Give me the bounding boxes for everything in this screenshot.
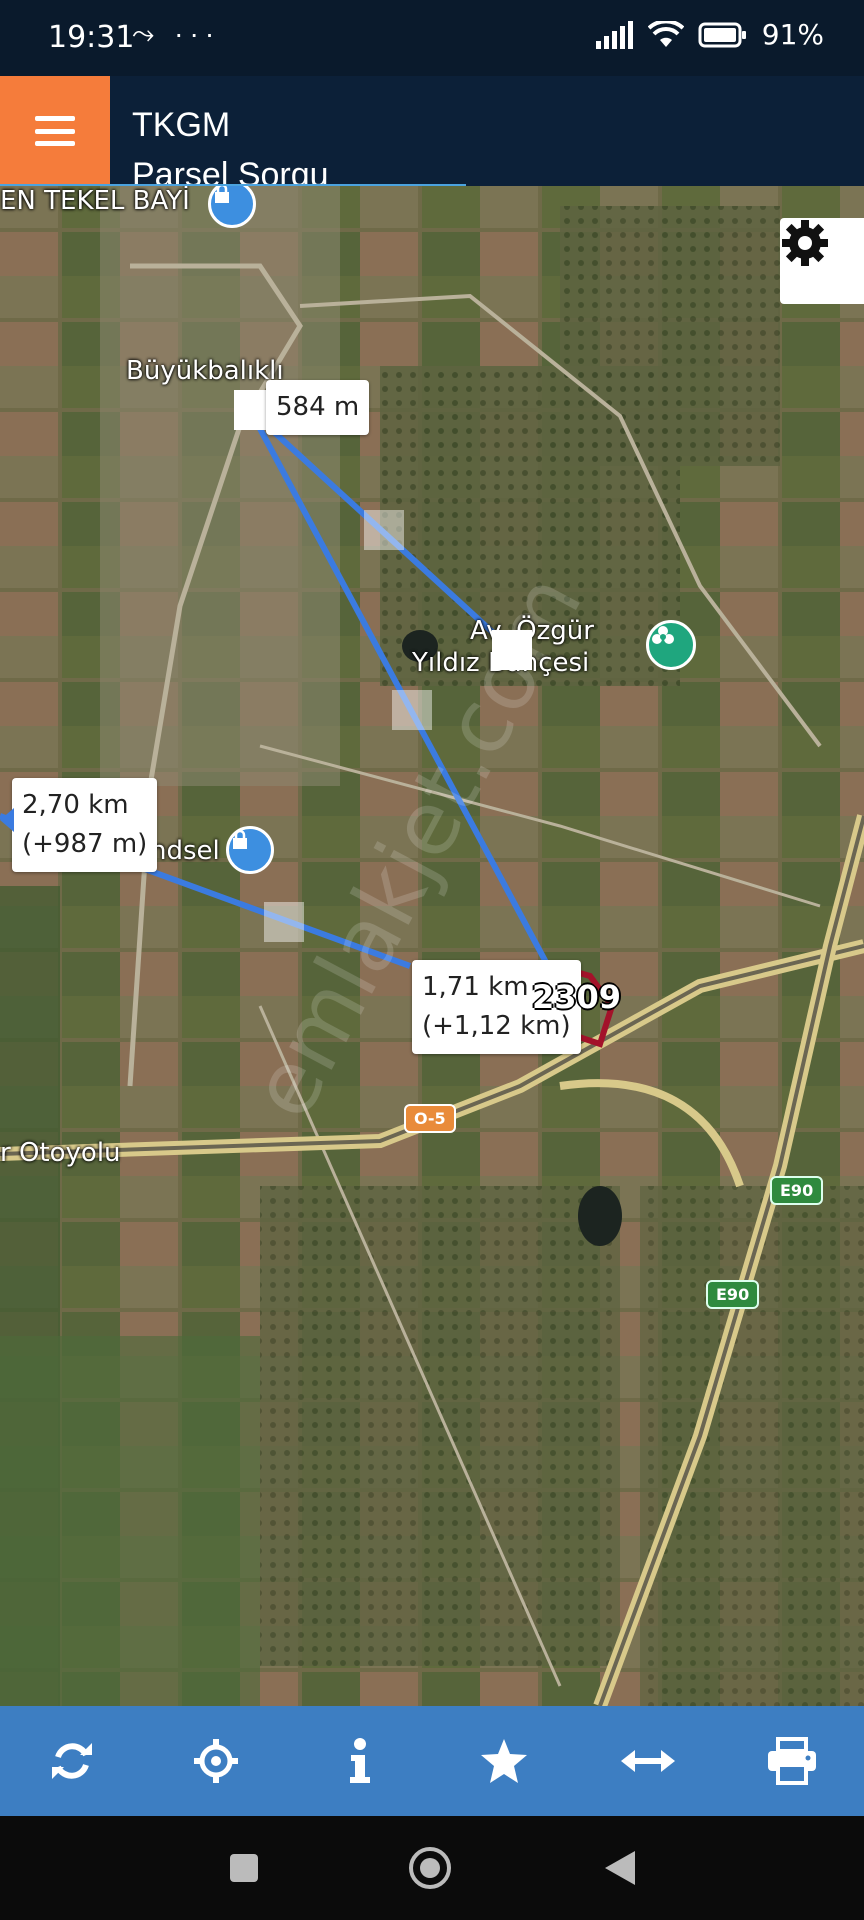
hamburger-icon xyxy=(35,116,75,146)
app-header: TKGM Parsel Sorgu xyxy=(0,76,864,186)
settings-button[interactable] xyxy=(780,218,864,304)
back-icon xyxy=(605,1851,635,1885)
road-badge-o5: O-5 xyxy=(404,1104,456,1133)
status-right: 91% xyxy=(594,18,824,51)
map-label-village: Büyükbalıklı xyxy=(126,356,284,386)
battery-icon xyxy=(698,22,746,47)
status-time: 19:31 xyxy=(48,20,135,55)
recents-button[interactable] xyxy=(220,1844,268,1892)
battery-percent: 91% xyxy=(761,18,824,51)
refresh-icon xyxy=(52,1743,92,1779)
measure-arrow-icon xyxy=(0,808,14,832)
road-badge-e90: E90 xyxy=(770,1176,824,1205)
map-label-poi: ndsel xyxy=(150,836,220,866)
map-label-shop: EN TEKEL BAYİ xyxy=(0,186,190,216)
print-icon xyxy=(768,1737,816,1785)
back-button[interactable] xyxy=(596,1844,644,1892)
recents-icon xyxy=(230,1854,258,1882)
map-view[interactable]: emlakjet.com EN TEKEL BAYİ Büyükbalıklı … xyxy=(0,186,864,1706)
satellite-imagery xyxy=(0,186,864,1706)
home-button[interactable] xyxy=(406,1844,454,1892)
measure-midpoint[interactable] xyxy=(364,510,404,550)
measure-midpoint[interactable] xyxy=(264,902,304,942)
favorites-button[interactable] xyxy=(459,1716,549,1806)
measure-vertex[interactable] xyxy=(492,630,532,670)
signal-icon xyxy=(595,20,633,49)
segment-1-distance: 584 m xyxy=(276,392,360,422)
app-title: TKGM xyxy=(132,106,231,144)
info-button[interactable] xyxy=(315,1716,405,1806)
road-badge-e90: E90 xyxy=(706,1280,760,1309)
measure-label-total: 2,70 km (+987 m) xyxy=(12,778,158,872)
app-subtitle: Parsel Sorgu xyxy=(132,156,329,186)
measure-midpoint[interactable] xyxy=(392,690,432,730)
bottom-toolbar xyxy=(0,1706,864,1816)
total-distance: 2,70 km xyxy=(22,790,129,820)
measure-icon xyxy=(621,1750,675,1772)
wifi-icon xyxy=(647,20,684,47)
system-nav-bar xyxy=(0,1816,864,1920)
garden-pin-icon[interactable] xyxy=(646,620,696,670)
star-icon xyxy=(481,1739,527,1783)
poi-pin-icon[interactable] xyxy=(226,826,274,874)
notification-icons: ⤳ ··· xyxy=(132,18,221,49)
total-added: (+987 m) xyxy=(22,829,148,859)
info-icon xyxy=(350,1738,370,1783)
locate-icon xyxy=(194,1739,238,1783)
print-button[interactable] xyxy=(747,1716,837,1806)
map-label-highway: r Otoyolu xyxy=(0,1138,121,1168)
refresh-button[interactable] xyxy=(27,1716,117,1806)
locate-button[interactable] xyxy=(171,1716,261,1806)
status-bar: 19:31 ⤳ ··· 91% xyxy=(0,0,864,76)
home-icon xyxy=(409,1847,451,1889)
parcel-number[interactable]: 2309 xyxy=(532,978,621,1016)
gear-icon xyxy=(782,220,828,266)
menu-button[interactable] xyxy=(0,76,110,186)
measure-button[interactable] xyxy=(603,1716,693,1806)
measure-label-segment-1: 584 m xyxy=(266,380,370,435)
